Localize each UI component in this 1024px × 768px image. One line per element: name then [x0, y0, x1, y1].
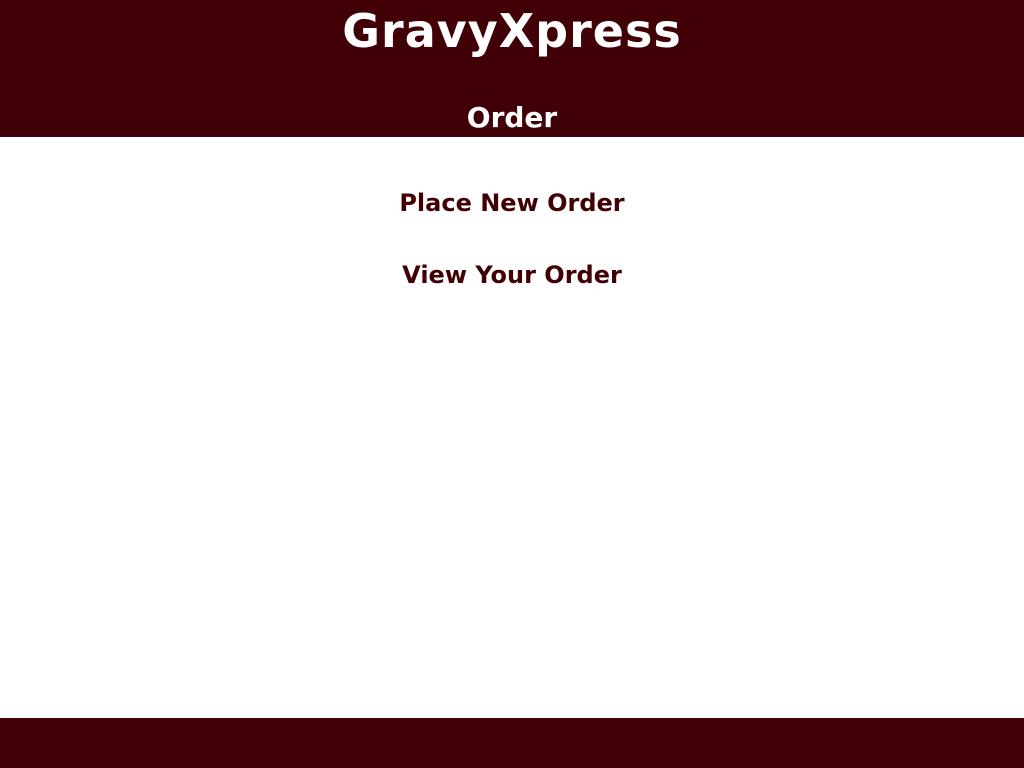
brand-title: GravyXpress — [342, 4, 682, 58]
order-menu: Place New Order View Your Order — [0, 137, 1024, 718]
place-new-order-link[interactable]: Place New Order — [0, 186, 1024, 220]
app-window: GravyXpress Order Place New Order View Y… — [0, 0, 1024, 768]
footer-bar — [0, 718, 1024, 768]
header-bar: GravyXpress Order — [0, 0, 1024, 137]
view-your-order-link[interactable]: View Your Order — [0, 258, 1024, 292]
page-title: Order — [466, 101, 558, 134]
